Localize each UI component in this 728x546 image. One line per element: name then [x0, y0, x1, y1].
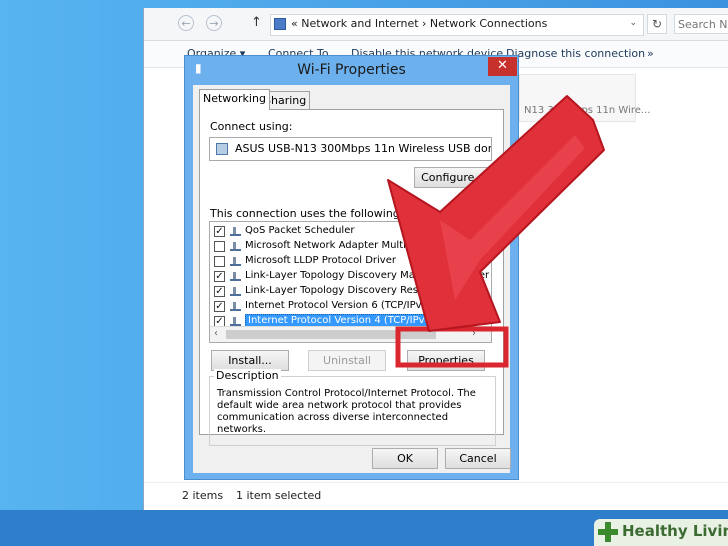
- logo-text: Healthy Living: [622, 522, 728, 540]
- plus-icon: [598, 522, 618, 542]
- properties-highlight-box: [395, 326, 509, 368]
- healthy-living-logo: Healthy Living: [594, 519, 728, 546]
- red-arrow-icon: [387, 95, 605, 332]
- annotation-overlay: [387, 95, 605, 368]
- tab-networking[interactable]: Networking: [199, 89, 270, 110]
